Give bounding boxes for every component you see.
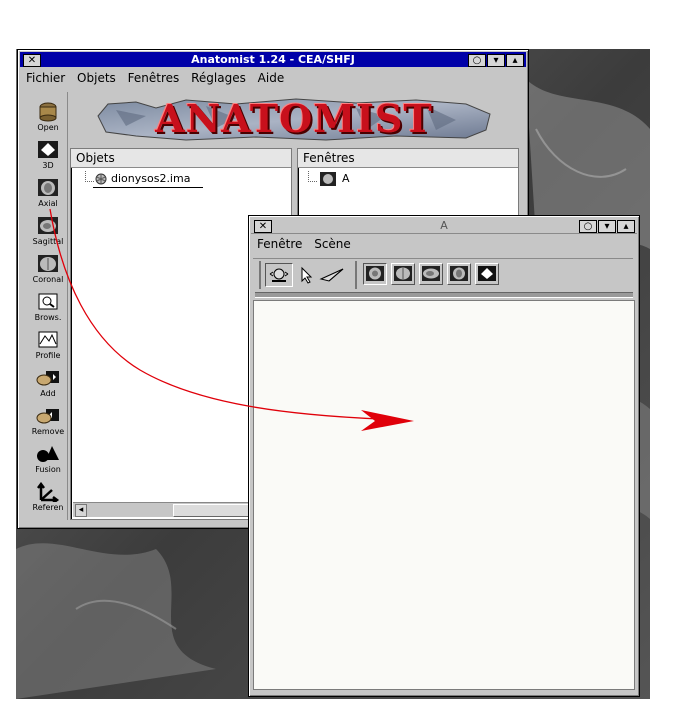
coronal-view-button[interactable] — [391, 263, 415, 285]
profile-button[interactable]: Profile — [27, 330, 69, 366]
menu-objets[interactable]: Objets — [73, 69, 120, 87]
main-toolbar: Open 3D Axial Sagittal Coronal Brows. Pr… — [21, 92, 68, 520]
axial-view-icon — [366, 266, 384, 281]
menu-aide[interactable]: Aide — [254, 69, 289, 87]
select-pointer-button[interactable] — [297, 265, 315, 285]
control-group — [259, 261, 353, 289]
sagittal-view-button[interactable]: Sagittal — [27, 216, 69, 252]
sagittal-view-icon — [422, 266, 440, 281]
minimize-icon[interactable]: ▾ — [598, 220, 616, 233]
view-group — [355, 261, 507, 289]
3d-view-button[interactable] — [475, 263, 499, 285]
menu-reglages[interactable]: Réglages — [187, 69, 250, 87]
objects-header[interactable]: Objets — [71, 149, 291, 168]
referential-label: Referen — [32, 503, 64, 512]
sagittal-view-icon — [38, 217, 58, 234]
scroll-thumb[interactable] — [173, 504, 255, 517]
3d-view-button[interactable]: 3D — [27, 140, 69, 176]
axial-view-icon — [320, 172, 336, 186]
coronal-view-button[interactable]: Coronal — [27, 254, 69, 290]
windows-panel[interactable]: Fenêtres A — [297, 148, 519, 220]
main-window-title: Anatomist 1.24 - CEA/SHFJ — [191, 53, 355, 66]
oblique-view-icon — [450, 266, 468, 281]
view-menubar: Fenêtre Scène — [253, 235, 635, 253]
referential-icon — [37, 482, 60, 502]
menu-fenetre[interactable]: Fenêtre — [253, 235, 306, 253]
sagittal-label: Sagittal — [32, 237, 64, 246]
axial-view-button[interactable] — [363, 263, 387, 285]
add-button[interactable]: Add — [27, 368, 69, 404]
fusion-icon — [37, 446, 59, 462]
add-icon — [36, 371, 59, 386]
trackball-control-icon — [269, 268, 289, 282]
view-window-title: A — [440, 219, 448, 232]
select-pointer-icon — [301, 266, 313, 284]
volume-icon — [95, 173, 107, 185]
render-area[interactable] — [253, 300, 635, 690]
add-label: Add — [40, 389, 56, 398]
close-icon[interactable]: ✕ — [23, 54, 41, 67]
remove-icon — [36, 409, 59, 424]
browser-button[interactable]: Brows. — [27, 292, 69, 328]
coronal-view-icon — [394, 266, 412, 281]
axial-view-button[interactable]: Axial — [27, 178, 69, 214]
restore-icon[interactable]: ○ — [468, 54, 486, 67]
banner-title: ANATOMIST — [155, 96, 433, 141]
view-toolbar-separator — [255, 292, 633, 298]
browser-label: Brows. — [34, 313, 62, 322]
windows-header[interactable]: Fenêtres — [298, 149, 518, 168]
menu-scene[interactable]: Scène — [310, 235, 355, 253]
flight-control-button[interactable] — [319, 265, 345, 285]
window-tree-line — [308, 171, 317, 182]
main-menubar: Fichier Objets Fenêtres Réglages Aide — [22, 69, 524, 87]
coronal-label: Coronal — [32, 275, 64, 284]
view-window: ✕ A ○ ▾ ▴ Fenêtre Scène — [248, 215, 640, 697]
minimize-icon[interactable]: ▾ — [487, 54, 505, 67]
view-window-titlebar[interactable]: ✕ A ○ ▾ ▴ — [251, 218, 637, 234]
oblique-view-button[interactable] — [447, 263, 471, 285]
remove-label: Remove — [31, 427, 65, 436]
flight-control-icon — [319, 268, 344, 282]
remove-button[interactable]: Remove — [27, 406, 69, 442]
maximize-icon[interactable]: ▴ — [506, 54, 524, 67]
3d-view-icon — [38, 141, 58, 158]
profile-icon — [38, 331, 58, 348]
menu-fichier[interactable]: Fichier — [22, 69, 69, 87]
window-item-label: A — [342, 172, 350, 185]
anatomist-banner: ANATOMIST — [96, 96, 492, 142]
referential-button[interactable]: Referen — [27, 482, 69, 518]
sagittal-view-button[interactable] — [419, 263, 443, 285]
coronal-view-icon — [38, 255, 58, 272]
scroll-left-arrow[interactable]: ◂ — [75, 504, 87, 517]
fusion-button[interactable]: Fusion — [27, 444, 69, 480]
menu-fenetres[interactable]: Fenêtres — [124, 69, 184, 87]
trackball-control-button[interactable] — [265, 263, 293, 287]
browser-icon — [38, 293, 58, 310]
profile-label: Profile — [35, 351, 61, 360]
open-button[interactable]: Open — [27, 102, 69, 138]
fusion-label: Fusion — [35, 465, 61, 474]
view-toolbar — [253, 258, 633, 293]
3d-view-icon — [478, 266, 496, 281]
axial-label: Axial — [38, 199, 58, 208]
3d-label: 3D — [42, 161, 54, 170]
object-item[interactable]: dionysos2.ima — [93, 171, 203, 188]
maximize-icon[interactable]: ▴ — [617, 220, 635, 233]
window-item[interactable]: A — [320, 171, 380, 187]
open-label: Open — [37, 123, 59, 132]
open-icon — [39, 102, 57, 122]
close-icon[interactable]: ✕ — [254, 220, 272, 233]
axial-view-icon — [38, 179, 58, 196]
object-item-label: dionysos2.ima — [111, 172, 191, 185]
main-window-titlebar[interactable]: ✕ Anatomist 1.24 - CEA/SHFJ ○ ▾ ▴ — [20, 52, 526, 67]
restore-icon[interactable]: ○ — [579, 220, 597, 233]
